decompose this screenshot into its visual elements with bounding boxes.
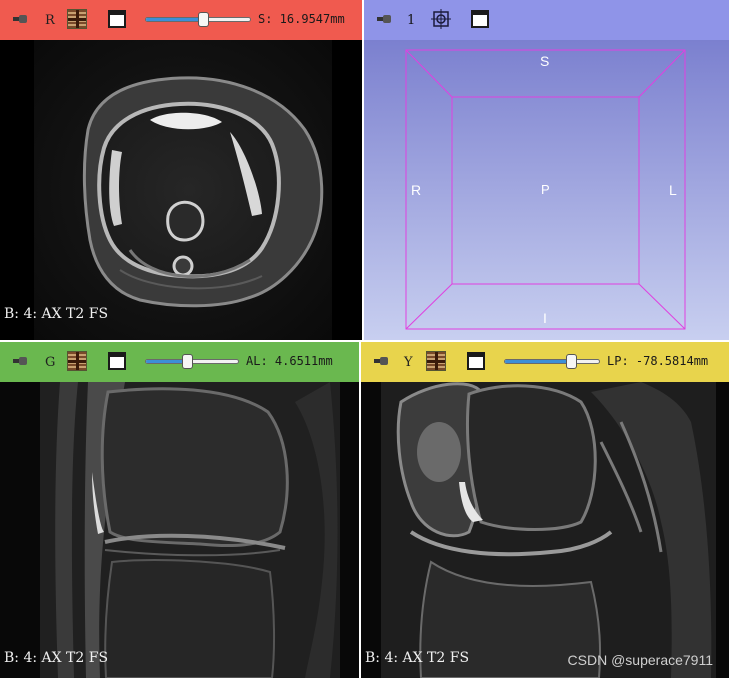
- slice-offset-slider[interactable]: [145, 12, 251, 27]
- green-view-controller-bar: G AL: 4.6511mm: [0, 342, 359, 382]
- view-layout-icon[interactable]: [471, 10, 489, 28]
- link-slice-icon[interactable]: [67, 9, 87, 29]
- yellow-slice-view[interactable]: Y LP: -78.5814mm B: 4: AX T2 FS CSDN @su…: [361, 342, 729, 678]
- green-slice-canvas[interactable]: B: 4: AX T2 FS: [0, 382, 359, 678]
- volume-name-annotation: B: 4: AX T2 FS: [365, 650, 470, 666]
- slice-offset-readout: S: 16.9547mm: [258, 12, 345, 26]
- orientation-label-left: L: [669, 182, 677, 198]
- slice-offset-readout: LP: -78.5814mm: [607, 354, 709, 368]
- pin-icon[interactable]: [13, 355, 29, 367]
- link-slice-icon[interactable]: [67, 351, 87, 371]
- orientation-label-superior: S: [540, 53, 550, 69]
- red-slice-canvas[interactable]: B: 4: AX T2 FS: [0, 40, 362, 340]
- slider-handle[interactable]: [182, 354, 194, 369]
- view-name-label: R: [45, 13, 55, 28]
- center-view-icon[interactable]: [431, 9, 451, 29]
- three-d-canvas[interactable]: S R L P I: [364, 40, 729, 340]
- yellow-slice-canvas[interactable]: B: 4: AX T2 FS CSDN @superace7911: [361, 382, 729, 678]
- three-d-view-controller-bar: 1: [364, 0, 729, 40]
- sagittal-mri-image: [361, 382, 729, 678]
- volume-name-annotation: B: 4: AX T2 FS: [4, 650, 109, 666]
- volume-name-annotation: B: 4: AX T2 FS: [4, 306, 109, 322]
- orientation-label-right: R: [411, 182, 422, 198]
- pin-icon[interactable]: [374, 355, 390, 367]
- slice-offset-slider[interactable]: [504, 354, 600, 369]
- view-name-label: Y: [404, 355, 413, 370]
- green-slice-view[interactable]: G AL: 4.6511mm B: 4: AX T2 FS: [0, 342, 359, 678]
- red-view-controller-bar: R S: 16.9547mm: [0, 0, 362, 40]
- slider-handle[interactable]: [198, 12, 210, 27]
- view-layout-icon[interactable]: [108, 10, 126, 28]
- watermark-text: CSDN @superace7911: [567, 652, 713, 668]
- red-slice-view[interactable]: R S: 16.9547mm B: 4: AX T2 FS: [0, 0, 362, 340]
- slider-fill: [146, 360, 188, 363]
- link-slice-icon[interactable]: [426, 351, 446, 371]
- three-d-view[interactable]: 1 S R L P I: [364, 0, 729, 340]
- slider-fill: [505, 360, 571, 363]
- slice-offset-readout: AL: 4.6511mm: [246, 354, 333, 368]
- slider-fill: [146, 18, 204, 21]
- axial-mri-image: [34, 40, 332, 340]
- pin-icon[interactable]: [377, 13, 393, 25]
- orientation-label-posterior: P: [541, 182, 550, 197]
- view-layout-icon[interactable]: [467, 352, 485, 370]
- orientation-label-inferior: I: [543, 310, 547, 326]
- view-name-label: G: [45, 355, 56, 370]
- pin-icon[interactable]: [13, 13, 29, 25]
- coronal-mri-image: [0, 382, 359, 678]
- slider-handle[interactable]: [565, 354, 577, 369]
- yellow-view-controller-bar: Y LP: -78.5814mm: [361, 342, 729, 382]
- slice-offset-slider[interactable]: [145, 354, 239, 369]
- view-layout-icon[interactable]: [108, 352, 126, 370]
- view-name-label: 1: [407, 13, 416, 28]
